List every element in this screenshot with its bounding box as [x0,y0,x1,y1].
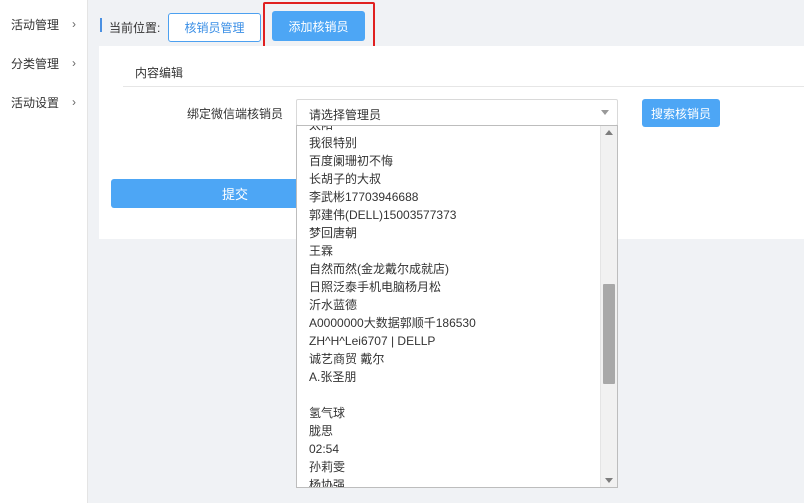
list-item[interactable]: A.张圣朋 [297,368,597,386]
breadcrumb-label: 当前位置: [109,21,161,35]
scroll-up-arrow-icon[interactable] [605,130,613,135]
list-item[interactable]: 胧思 [297,422,597,440]
list-item[interactable]: 氢气球 [297,404,597,422]
panel-title: 内容编辑 [135,66,184,80]
breadcrumb-accent-bar [100,18,102,32]
list-item[interactable]: 我很特别 [297,134,597,152]
list-item[interactable]: 太阳 [297,126,597,134]
list-item[interactable]: 郭建伟(DELL)15003577373 [297,206,597,224]
admin-dropdown-list[interactable]: 太阳 我很特别 百度阑珊初不悔 长胡子的大叔 李武彬17703946688 郭建… [296,125,618,488]
list-item[interactable]: 长胡子的大叔 [297,170,597,188]
list-item[interactable]: 自然而然(金龙戴尔成就店) [297,260,597,278]
list-item[interactable]: 百度阑珊初不悔 [297,152,597,170]
list-item[interactable]: 李武彬17703946688 [297,188,597,206]
sidebar-item-activity-management[interactable]: 活动管理 › [0,12,88,36]
sidebar-item-label: 分类管理 [11,56,60,71]
list-item[interactable]: 诚艺商贸 戴尔 [297,350,597,368]
panel-header: 内容编辑 [123,46,804,87]
list-item[interactable]: 杨协强 [297,476,597,487]
breadcrumb: 当前位置: 核销员管理 添加核销员 [89,0,804,46]
scrollbar-thumb[interactable] [603,284,615,384]
chevron-right-icon: › [72,17,76,31]
list-item[interactable]: 沂水蓝德 [297,296,597,314]
scroll-down-arrow-icon[interactable] [605,478,613,483]
sidebar-item-category-management[interactable]: 分类管理 › [0,51,88,75]
list-item[interactable]: A0000000大数据郭顺千186530 [297,314,597,332]
sidebar-item-activity-settings[interactable]: 活动设置 › [0,90,88,114]
add-verifier-button[interactable]: 添加核销员 [272,11,365,41]
verifier-management-button[interactable]: 核销员管理 [168,13,261,42]
chevron-right-icon: › [72,56,76,70]
scrollbar[interactable] [600,126,617,487]
admin-select-value: 请选择管理员 [309,108,382,122]
list-item[interactable]: 梦回唐朝 [297,224,597,242]
list-item[interactable]: 王霖 [297,242,597,260]
bind-verifier-label: 绑定微信端核销员 [187,107,284,121]
list-item[interactable]: 孙莉雯 [297,458,597,476]
search-verifier-button[interactable]: 搜索核销员 [642,99,720,127]
sidebar-item-label: 活动设置 [11,95,60,110]
chevron-down-icon [601,110,609,115]
sidebar: 活动管理 › 分类管理 › 活动设置 › [0,0,88,503]
list-item[interactable]: ZH^H^Lei6707 | DELLP [297,332,597,350]
list-item[interactable]: 日照泛泰手机电脑杨月松 [297,278,597,296]
sidebar-item-label: 活动管理 [11,17,60,32]
admin-select[interactable]: 请选择管理员 [296,99,618,126]
option-list: 太阳 我很特别 百度阑珊初不悔 长胡子的大叔 李武彬17703946688 郭建… [297,126,597,487]
list-item[interactable] [297,386,597,404]
list-item[interactable]: 02:54 [297,440,597,458]
chevron-right-icon: › [72,95,76,109]
